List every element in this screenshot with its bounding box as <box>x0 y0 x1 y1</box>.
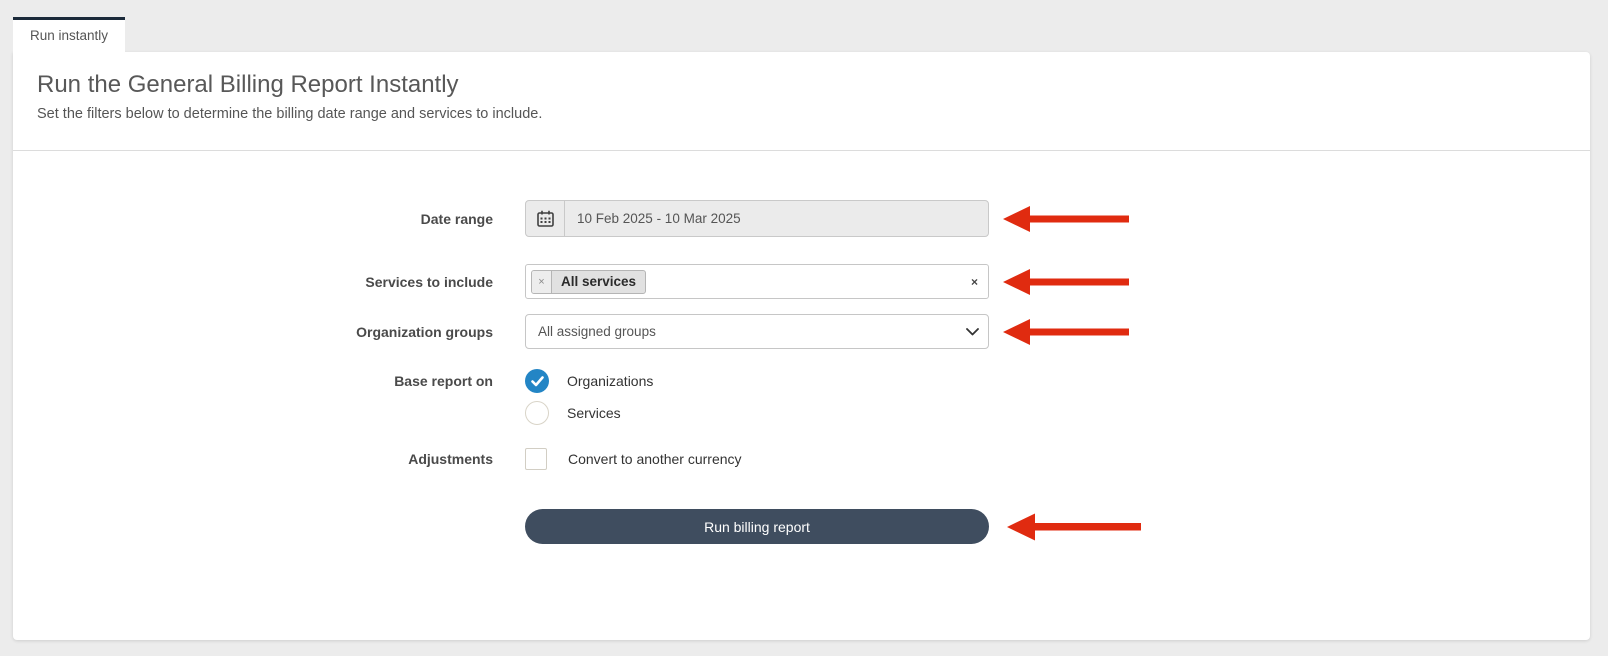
services-label: Services to include <box>13 274 493 290</box>
checkbox-unchecked-icon[interactable] <box>525 448 547 470</box>
date-range-label: Date range <box>13 211 493 227</box>
radio-label-organizations: Organizations <box>567 373 653 389</box>
tab-run-instantly-label: Run instantly <box>30 28 108 43</box>
annotation-arrow-org-groups <box>1003 316 1129 348</box>
annotation-arrow-date-range <box>1003 203 1129 235</box>
page-title: Run the General Billing Report Instantly <box>37 70 1566 100</box>
tag-remove-icon[interactable]: × <box>532 271 552 293</box>
billing-report-card: Run the General Billing Report Instantly… <box>13 52 1590 640</box>
convert-currency-option[interactable]: Convert to another currency <box>525 448 989 470</box>
annotation-arrow-services <box>1003 266 1129 298</box>
adjustments-row: Adjustments Convert to another currency <box>13 448 1590 470</box>
org-groups-row: Organization groups All assigned groups <box>13 314 1590 349</box>
radio-option-services[interactable]: Services <box>525 399 989 427</box>
tab-strip: Run instantly <box>0 0 1608 52</box>
org-groups-selected-value: All assigned groups <box>538 324 656 339</box>
date-range-row: Date range 10 Feb <box>13 200 1590 237</box>
base-report-label: Base report on <box>13 367 493 395</box>
calendar-icon <box>526 201 565 236</box>
base-report-radio-group: Organizations Services <box>525 367 989 427</box>
services-multiselect[interactable]: × All services × <box>525 264 989 299</box>
annotation-arrow-run-button <box>1007 510 1141 544</box>
date-range-input[interactable]: 10 Feb 2025 - 10 Mar 2025 <box>525 200 989 237</box>
card-header: Run the General Billing Report Instantly… <box>13 52 1590 151</box>
convert-currency-label: Convert to another currency <box>568 451 742 467</box>
base-report-row: Base report on Organizations Services <box>13 367 1590 427</box>
services-tag: × All services <box>531 270 646 294</box>
radio-unchecked-icon[interactable] <box>525 401 549 425</box>
organization-groups-select[interactable]: All assigned groups <box>525 314 989 349</box>
radio-option-organizations[interactable]: Organizations <box>525 367 989 395</box>
run-billing-report-button[interactable]: Run billing report <box>525 509 989 544</box>
chevron-down-icon <box>966 327 979 336</box>
radio-label-services: Services <box>567 405 621 421</box>
date-range-value: 10 Feb 2025 - 10 Mar 2025 <box>565 201 741 236</box>
org-groups-label: Organization groups <box>13 324 493 340</box>
clear-icon[interactable]: × <box>971 276 978 288</box>
page-subtitle: Set the filters below to determine the b… <box>37 106 1566 122</box>
radio-checked-icon[interactable] <box>525 369 549 393</box>
tab-run-instantly[interactable]: Run instantly <box>13 17 125 52</box>
adjustments-label: Adjustments <box>13 451 493 467</box>
submit-row: Run billing report <box>13 509 1590 544</box>
billing-report-form: Date range 10 Feb <box>13 151 1590 544</box>
services-tag-label: All services <box>552 271 645 293</box>
services-row: Services to include × All services × <box>13 264 1590 299</box>
